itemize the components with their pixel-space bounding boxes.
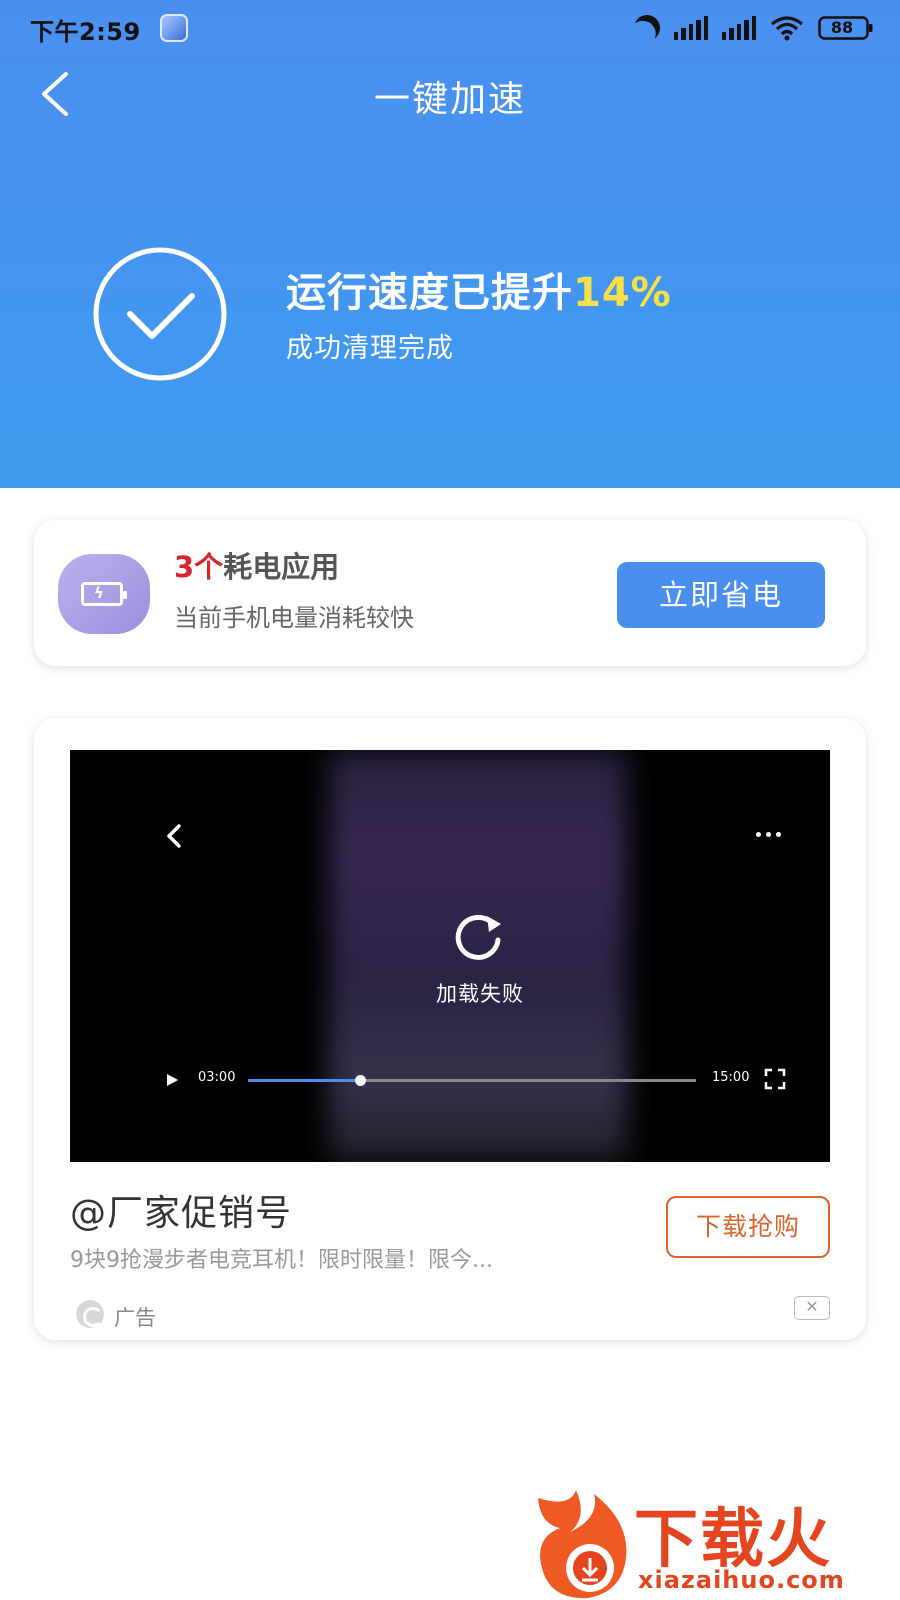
ad-source-logo-icon [76, 1300, 104, 1328]
current-time: 03:00 [198, 1070, 236, 1085]
moon-icon [630, 11, 663, 44]
signal-icon [674, 16, 709, 40]
status-icons: 88 [634, 12, 874, 44]
ad-description[interactable]: 9块9抢漫步者电竞耳机！限时限量！限今... [70, 1242, 590, 1274]
video-progress-fill [248, 1079, 360, 1082]
video-progress-knob[interactable] [355, 1075, 366, 1086]
app-notification-icon [160, 14, 188, 42]
result-title: 运行速度已提升14% [286, 260, 672, 318]
hd-signal-icon [722, 16, 757, 40]
check-circle-icon [93, 247, 227, 381]
ad-title[interactable]: @厂家促销号 [70, 1184, 292, 1236]
download-buy-button[interactable]: 下载抢购 [666, 1196, 830, 1258]
power-apps-label: 耗电应用 [223, 550, 340, 584]
save-power-button[interactable]: 立即省电 [617, 562, 825, 628]
flame-logo-icon [538, 1490, 627, 1599]
status-time: 下午2:59 [30, 18, 141, 46]
video-back-icon[interactable] [162, 822, 186, 850]
battery-app-icon: ϟ [58, 554, 150, 634]
result-title-text: 运行速度已提升 [286, 270, 573, 316]
reload-icon[interactable] [453, 910, 505, 962]
wifi-icon [770, 15, 804, 41]
watermark-url: xiazaihuo.com [638, 1566, 845, 1594]
battery-icon: 88 [818, 15, 874, 41]
total-time: 15:00 [712, 1070, 750, 1085]
ad-card: 加载失败 03:00 15:00 @厂家促销号 9块9抢漫步者电竞耳机！限时限量… [34, 718, 866, 1340]
status-bar: 下午2:59 88 [0, 0, 900, 56]
load-failed-text: 加载失败 [436, 982, 524, 1006]
battery-level: 88 [830, 18, 854, 37]
speed-percent: 14% [573, 270, 672, 316]
power-apps-heading: 3个耗电应用 [174, 544, 339, 586]
watermark: 下载火 xiazaihuo.com [530, 1488, 900, 1600]
play-icon[interactable] [164, 1072, 180, 1088]
power-apps-count: 3个 [174, 550, 224, 584]
close-ad-button[interactable]: ✕ [794, 1296, 830, 1320]
header-background: 下午2:59 88 一键加速 运行速度已提升14% 成功清理完成 [0, 0, 900, 488]
fullscreen-icon[interactable] [764, 1068, 786, 1090]
power-apps-description: 当前手机电量消耗较快 [174, 604, 414, 632]
page-title: 一键加速 [373, 79, 526, 120]
nav-bar: 一键加速 [0, 60, 900, 130]
battery-saver-card: ϟ 3个耗电应用 当前手机电量消耗较快 立即省电 [34, 520, 866, 666]
more-options-icon[interactable] [756, 830, 784, 840]
video-progress-bar[interactable] [248, 1075, 696, 1086]
ad-label: 广告 [114, 1306, 156, 1330]
video-player[interactable]: 加载失败 03:00 15:00 [70, 750, 830, 1162]
result-subtitle: 成功清理完成 [286, 333, 454, 364]
